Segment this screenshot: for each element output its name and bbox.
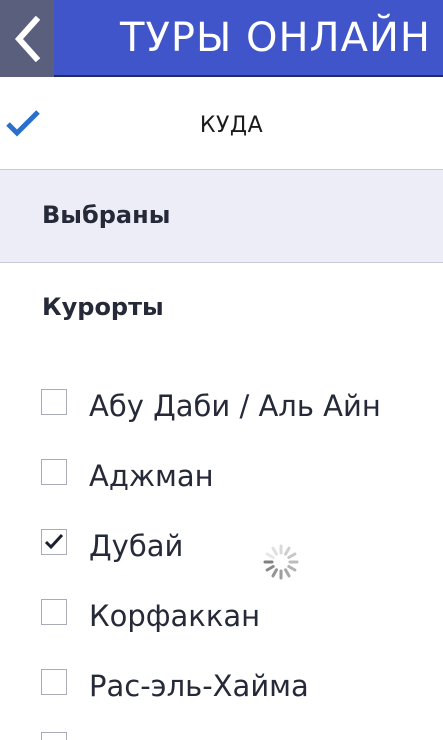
resorts-heading: Курорты bbox=[42, 293, 164, 321]
resort-item[interactable]: Корфаккан bbox=[0, 582, 443, 652]
resort-label: Дубай bbox=[89, 529, 184, 563]
resort-list: Абу Даби / Аль Айн Аджман Дубай Корфакка… bbox=[0, 372, 443, 722]
selected-section[interactable]: Выбраны bbox=[0, 170, 443, 263]
resort-item[interactable]: Аджман bbox=[0, 442, 443, 512]
app-header: ТУРЫ ОНЛАЙН bbox=[0, 0, 443, 77]
resort-checkbox[interactable] bbox=[41, 732, 67, 740]
destination-row[interactable]: КУДА bbox=[0, 77, 443, 170]
destination-label: КУДА bbox=[199, 113, 264, 138]
resort-item[interactable]: Абу Даби / Аль Айн bbox=[0, 372, 443, 442]
resort-checkbox-checked[interactable] bbox=[41, 529, 67, 555]
page-title: ТУРЫ ОНЛАЙН bbox=[120, 15, 431, 61]
checkmark-icon bbox=[44, 533, 64, 550]
resort-checkbox[interactable] bbox=[41, 669, 67, 695]
resort-checkbox[interactable] bbox=[41, 599, 67, 625]
resort-checkbox[interactable] bbox=[41, 389, 67, 415]
resort-label: Аджман bbox=[89, 459, 214, 493]
resort-checkbox[interactable] bbox=[41, 459, 67, 485]
resort-label: Абу Даби / Аль Айн bbox=[89, 389, 381, 423]
selected-label: Выбраны bbox=[42, 201, 171, 229]
resort-label: Корфаккан bbox=[89, 599, 261, 633]
chevron-left-icon bbox=[14, 15, 41, 62]
resort-item[interactable]: Дубай bbox=[0, 512, 443, 582]
back-button[interactable] bbox=[0, 0, 54, 77]
resort-item[interactable]: Рас-эль-Хайма bbox=[0, 652, 443, 722]
resort-label: Рас-эль-Хайма bbox=[89, 669, 309, 703]
spinner-icon bbox=[263, 544, 299, 580]
